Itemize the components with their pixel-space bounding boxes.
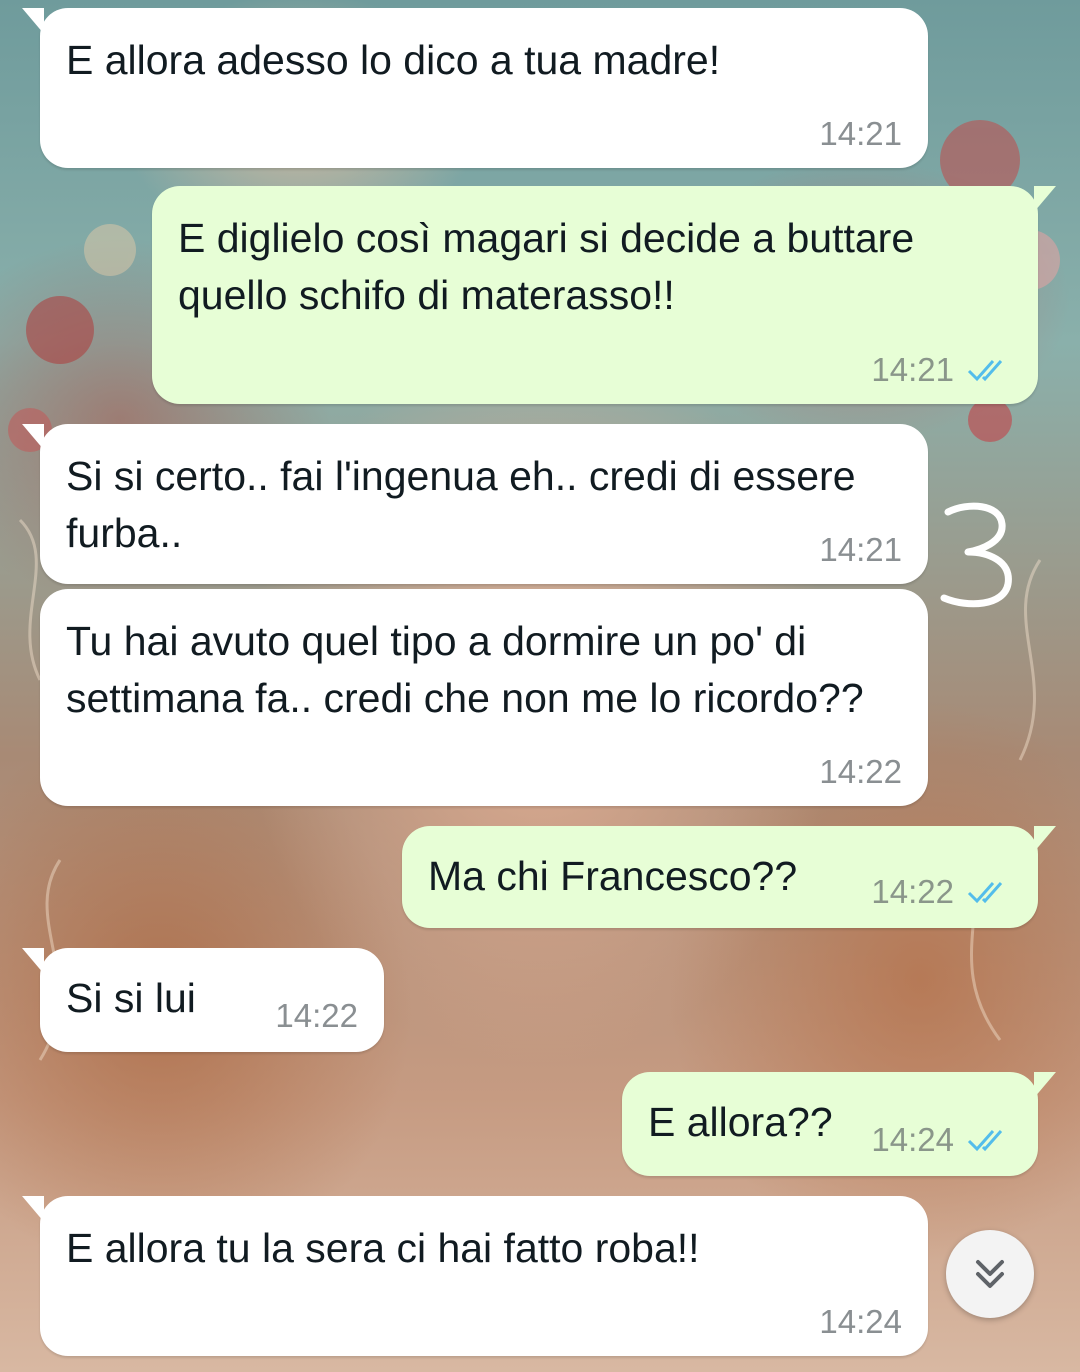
message-text: Tu hai avuto quel tipo a dormire un po' … [66,618,864,721]
message-meta: 14:24 [871,1122,1012,1158]
message-bubble-incoming[interactable]: Si si certo.. fai l'ingenua eh.. credi d… [22,424,928,584]
message-bubble-incoming[interactable]: E allora tu la sera ci hai fatto roba!! … [22,1196,928,1356]
message-meta: 14:24 [819,1304,902,1340]
message-meta: 14:22 [871,874,1012,910]
message-bubble-outgoing[interactable]: E allora?? 14:24 [622,1072,1056,1176]
double-chevron-down-icon [976,1260,1004,1288]
message-time: 14:21 [871,351,954,388]
message-time: 14:22 [275,997,358,1034]
message-text: E allora tu la sera ci hai fatto roba!! [66,1225,700,1271]
message-text: Si si certo.. fai l'ingenua eh.. credi d… [66,453,867,556]
message-time: 14:24 [871,1121,954,1158]
double-check-read-icon [967,882,1003,904]
message-time: 14:22 [819,753,902,790]
double-check-read-icon [967,1130,1003,1152]
message-text: E diglielo così magari si decide a butta… [178,215,926,318]
double-check-read-icon [967,360,1003,382]
message-bubble-outgoing[interactable]: E diglielo così magari si decide a butta… [152,186,1056,404]
message-bubble-incoming[interactable]: Tu hai avuto quel tipo a dormire un po' … [40,589,928,806]
message-text: E allora adesso lo dico a tua madre! [66,37,721,83]
message-time: 14:22 [871,873,954,910]
message-time: 14:24 [819,1303,902,1340]
message-meta: 14:21 [819,116,902,152]
message-bubble-outgoing[interactable]: Ma chi Francesco?? 14:22 [402,826,1056,928]
handwritten-number-three [940,502,1012,608]
message-time: 14:21 [819,115,902,152]
scroll-to-bottom-button[interactable] [946,1230,1034,1318]
message-meta: 14:22 [275,998,358,1034]
message-meta: 14:21 [871,352,1012,388]
message-bubble-incoming[interactable]: E allora adesso lo dico a tua madre! 14:… [22,8,928,168]
message-time: 14:21 [819,531,902,568]
message-meta: 14:22 [819,754,902,790]
message-meta: 14:21 [819,532,902,568]
message-bubble-incoming[interactable]: Si si lui 14:22 [22,948,384,1052]
